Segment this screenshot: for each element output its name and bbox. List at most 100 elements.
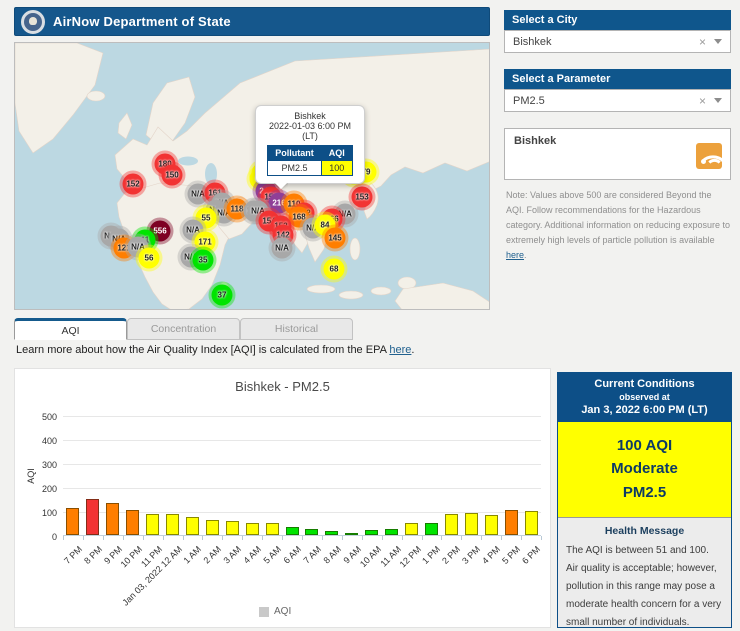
bar[interactable]	[305, 528, 319, 535]
bar[interactable]	[205, 520, 219, 535]
bar[interactable]	[464, 513, 478, 535]
bar[interactable]	[444, 513, 458, 535]
x-tick-label: 12 PM	[397, 544, 423, 570]
x-tick-mark	[222, 536, 224, 540]
parameter-select[interactable]: PM2.5 ×	[504, 89, 731, 112]
popup-pollutant-value: PM2.5	[267, 160, 322, 176]
conditions-aqi-value: 100 AQI	[616, 437, 673, 454]
map-marker[interactable]: 145	[324, 227, 346, 249]
popup-timezone: (LT)	[302, 131, 318, 141]
chart-legend: AQI	[259, 606, 291, 617]
health-message-text: The AQI is between 51 and 100. Air quali…	[566, 544, 722, 628]
conditions-header: Current Conditions observed at Jan 3, 20…	[558, 373, 731, 422]
rss-icon[interactable]	[696, 143, 722, 169]
parameter-dropdown-arrow-icon[interactable]	[714, 98, 722, 103]
x-tick-label: 5 PM	[500, 544, 523, 566]
popup-col-aqi: AQI	[320, 145, 353, 161]
map-marker[interactable]: 56	[138, 247, 160, 269]
bar[interactable]	[424, 523, 438, 535]
bar[interactable]	[285, 527, 299, 535]
airnow-page: AirNow Department of State 180 150 152 N…	[0, 0, 740, 631]
x-tick-mark	[262, 536, 264, 540]
map-marker[interactable]: 152	[122, 173, 144, 195]
bar[interactable]	[86, 498, 100, 535]
bar[interactable]	[524, 511, 538, 535]
x-tick-mark	[202, 536, 204, 540]
gridline	[63, 440, 541, 441]
x-tick-mark	[461, 536, 463, 540]
tab-concentration[interactable]: Concentration	[127, 318, 240, 340]
x-tick-mark	[481, 536, 483, 540]
popup-table: Pollutant AQI PM2.5 100	[267, 145, 353, 176]
x-tick-mark	[82, 536, 84, 540]
world-map[interactable]: 180150152N/A161N/AN/AN/A118N/A55N/A55611…	[14, 42, 490, 310]
city-select[interactable]: Bishkek ×	[504, 30, 731, 53]
page-title: AirNow Department of State	[53, 14, 231, 29]
gridline	[63, 488, 541, 489]
bar[interactable]	[185, 516, 199, 535]
dos-seal-logo	[21, 9, 45, 34]
current-conditions-panel: Current Conditions observed at Jan 3, 20…	[557, 372, 732, 628]
conditions-aqi-pollutant: PM2.5	[622, 483, 667, 501]
bar[interactable]	[146, 513, 160, 535]
legend-swatch-icon	[259, 606, 269, 617]
health-message-title: Health Message	[604, 524, 685, 537]
tab-historical[interactable]: Historical	[240, 318, 353, 340]
parameter-clear-icon[interactable]: ×	[691, 94, 714, 108]
map-marker[interactable]: 68	[323, 258, 345, 280]
bar[interactable]	[484, 515, 498, 535]
health-message-block: Health Message The AQI is between 51 and…	[558, 518, 731, 631]
bar[interactable]	[365, 529, 379, 535]
bar[interactable]	[166, 513, 180, 535]
city-select-value: Bishkek	[513, 35, 552, 48]
x-tick-mark	[102, 536, 104, 540]
bar[interactable]	[225, 521, 239, 535]
map-marker[interactable]: 150	[161, 164, 183, 186]
x-tick-label: 1 PM	[420, 544, 443, 566]
x-tick-label: 7 AM	[301, 544, 324, 566]
learn-more-here-link[interactable]: here	[389, 344, 411, 356]
x-tick-mark	[381, 536, 383, 540]
bar[interactable]	[265, 522, 279, 535]
x-tick-label: 3 AM	[221, 544, 244, 566]
conditions-title: Current Conditions	[594, 378, 695, 390]
popup-datetime: 2022-01-03 6:00 PM	[268, 121, 352, 131]
chart-plot: 7 PM 8 PM 9 PM 10 PM 11 PM Jan 03, 2022 12 AM…	[62, 416, 542, 608]
learn-more-text: Learn more about how the Air Quality Ind…	[16, 344, 415, 356]
note-text: Note: Values above 500 are considered Be…	[506, 190, 730, 260]
bar[interactable]	[325, 531, 339, 535]
bar[interactable]	[106, 503, 120, 535]
x-tick-mark	[321, 536, 323, 540]
x-tick-mark	[341, 536, 343, 540]
bar[interactable]	[504, 510, 518, 535]
note-here-link[interactable]: here	[506, 250, 524, 260]
conditions-aqi-category: Moderate	[611, 460, 678, 478]
rss-feed-box: Bishkek	[504, 128, 731, 180]
x-tick-mark	[361, 536, 363, 540]
map-marker[interactable]: 37	[211, 284, 233, 306]
bar[interactable]	[385, 529, 399, 535]
tab-aqi[interactable]: AQI	[14, 318, 127, 340]
x-tick-label: 6 AM	[281, 544, 304, 566]
x-tick-mark	[282, 536, 284, 540]
bar[interactable]	[345, 532, 359, 535]
map-marker[interactable]: 153	[351, 186, 373, 208]
map-marker[interactable]: N/A	[271, 237, 293, 259]
x-tick-mark	[501, 536, 503, 540]
city-clear-icon[interactable]: ×	[691, 35, 714, 49]
y-tick-label: 300	[41, 460, 57, 470]
city-panel-header: Select a City	[504, 10, 731, 30]
bar[interactable]	[126, 509, 140, 535]
bar[interactable]	[245, 522, 259, 535]
y-axis-label: AQI	[25, 468, 36, 484]
x-tick-label: 8 AM	[321, 544, 343, 566]
x-tick-mark	[302, 536, 303, 540]
gridline	[63, 464, 541, 465]
chart-title: Bishkek - PM2.5	[235, 379, 330, 394]
bar[interactable]	[405, 522, 419, 535]
x-tick-label: 10 AM	[357, 544, 383, 570]
map-marker[interactable]: 35	[192, 249, 214, 271]
bar[interactable]	[66, 507, 80, 535]
city-dropdown-arrow-icon[interactable]	[714, 39, 722, 44]
x-tick-mark	[162, 536, 164, 540]
